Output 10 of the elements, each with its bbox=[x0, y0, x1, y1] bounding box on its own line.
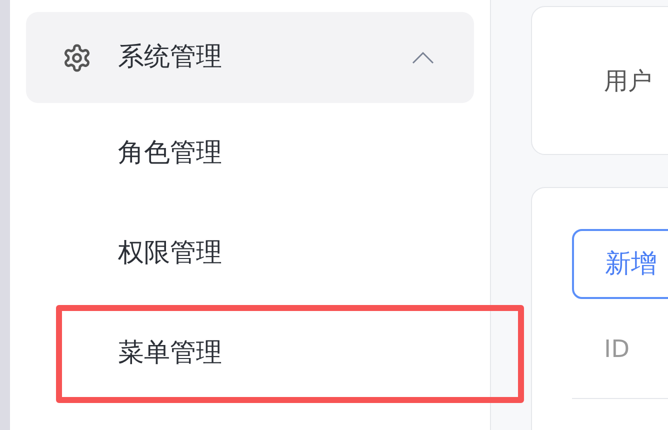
menu-group[interactable]: 系统管理 bbox=[26, 12, 474, 103]
menu-item[interactable]: 角色管理 bbox=[26, 103, 474, 203]
add-button[interactable]: 新增 bbox=[572, 229, 668, 299]
column-header: ID bbox=[604, 334, 630, 364]
chevron-up-icon bbox=[412, 52, 434, 64]
settings-icon bbox=[62, 42, 92, 72]
field-label: 用户 bbox=[604, 66, 652, 96]
menu-item[interactable]: 权限管理 bbox=[26, 203, 474, 303]
menu-item[interactable]: 菜单管理 bbox=[26, 303, 474, 403]
menu-group-label: 系统管理 bbox=[118, 41, 223, 74]
